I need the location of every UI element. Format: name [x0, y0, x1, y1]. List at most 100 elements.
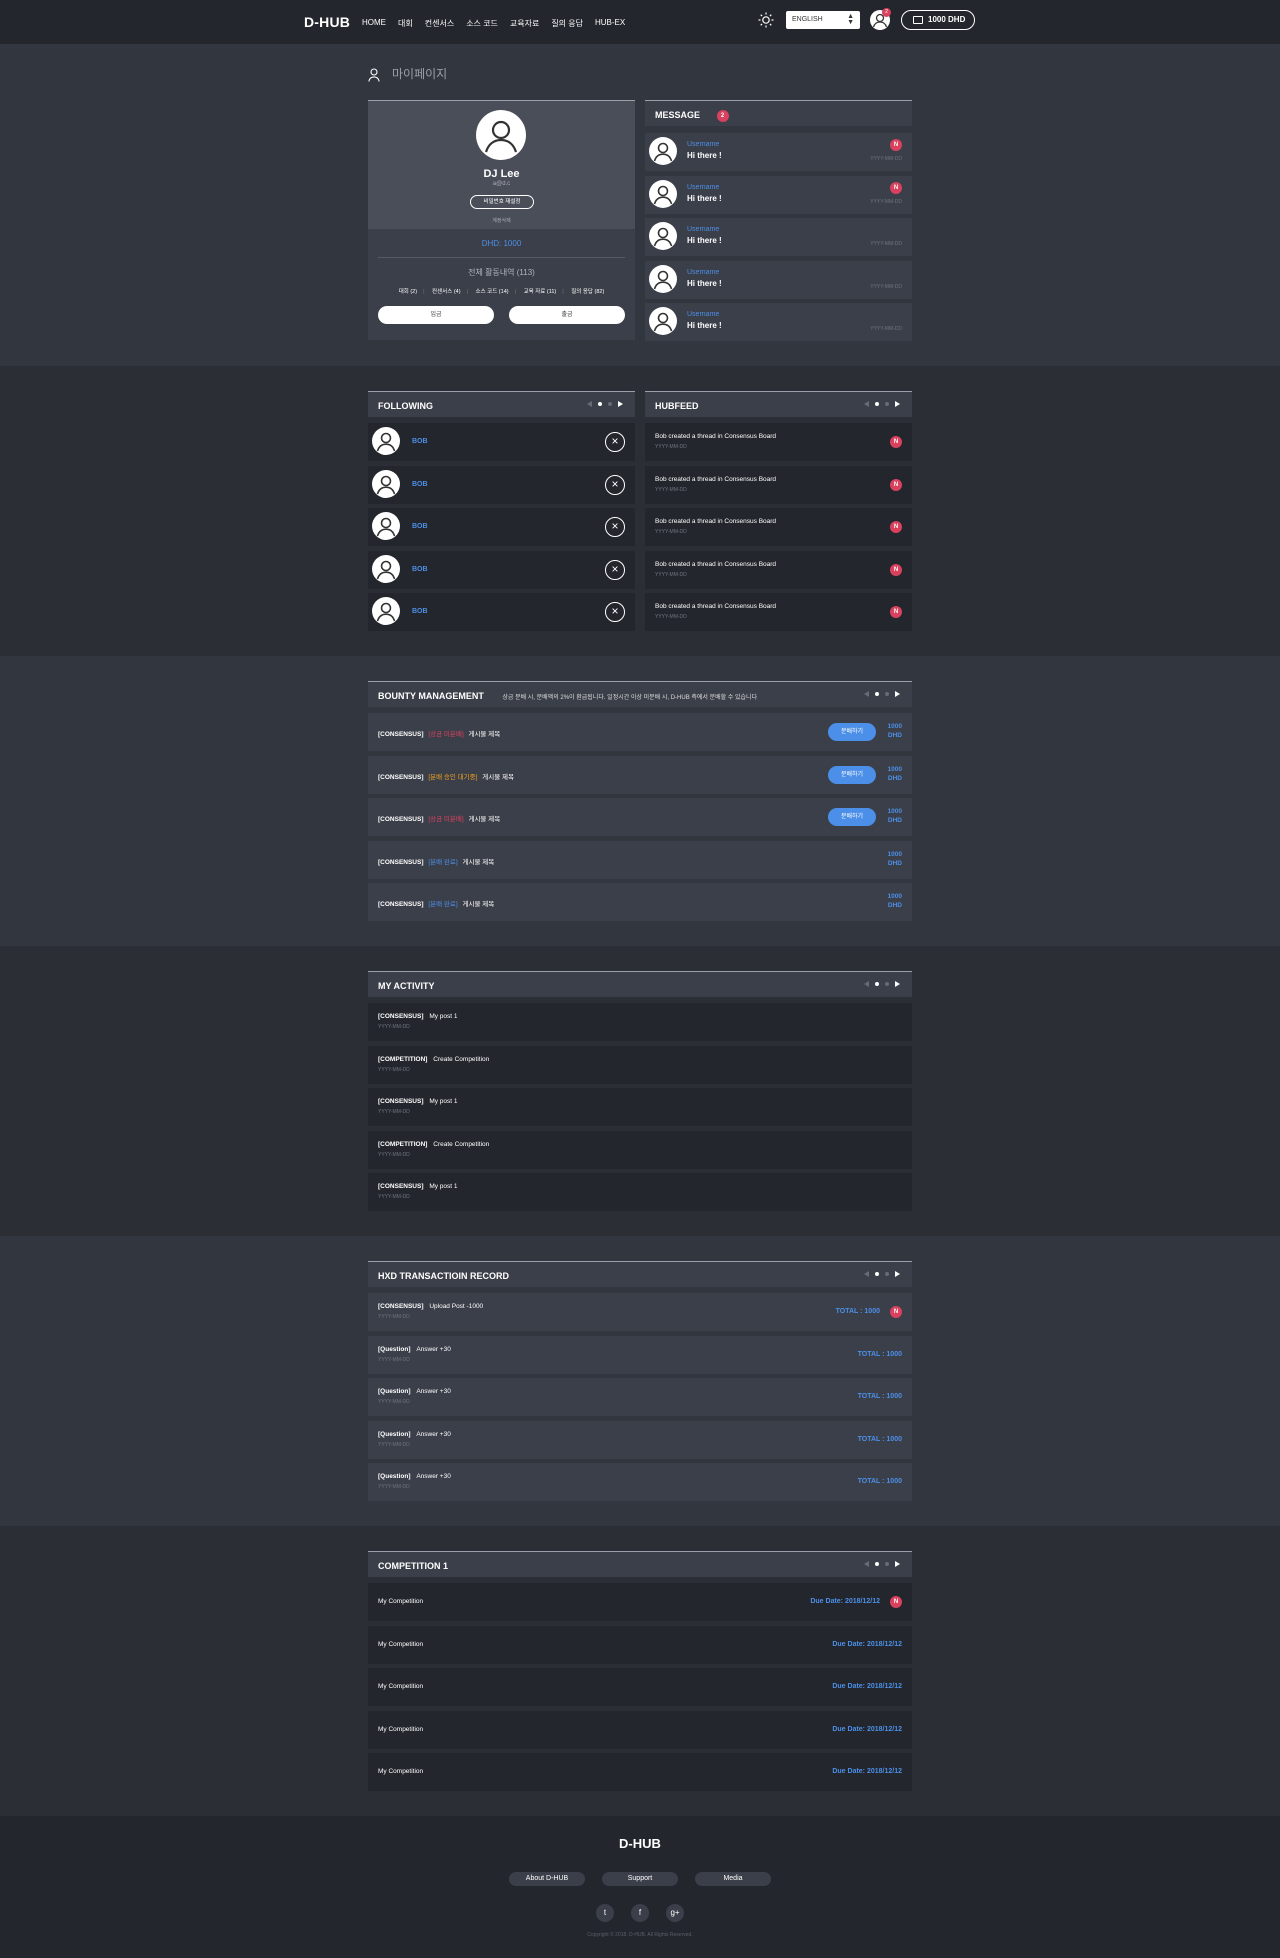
following-item[interactable]: BOB ×: [368, 593, 635, 631]
competition-item[interactable]: My Competition Due Date: 2018/12/12: [368, 1753, 912, 1791]
next-icon[interactable]: [895, 401, 900, 407]
unfollow-close-icon[interactable]: ×: [605, 432, 625, 452]
message-item[interactable]: Username Hi there ! YYYY-MM-DD: [645, 260, 912, 299]
competition-item[interactable]: My Competition Due Date: 2018/12/12 N: [368, 1583, 912, 1621]
page-dot[interactable]: [875, 402, 879, 406]
activity-date: YYYY-MM-DD: [378, 1066, 410, 1073]
message-item[interactable]: Username Hi there ! YYYY-MM-DD: [645, 218, 912, 256]
bounty-item[interactable]: [CONSENSUS] [분배 완료] 게시물 제목 1000 DHD: [368, 883, 912, 921]
facebook-icon[interactable]: f: [631, 1904, 649, 1922]
next-icon[interactable]: [895, 981, 900, 987]
transaction-item[interactable]: [Question] Answer +30 YYYY-MM-DD TOTAL :…: [368, 1335, 912, 1374]
transaction-item[interactable]: [CONSENSUS] Upload Post -1000 YYYY-MM-DD…: [368, 1293, 912, 1331]
following-item[interactable]: BOB ×: [368, 550, 635, 589]
twitter-icon[interactable]: t: [596, 1904, 614, 1922]
next-icon[interactable]: [618, 401, 623, 407]
feed-item[interactable]: Bob created a thread in Consensus Board …: [645, 423, 912, 461]
prev-icon[interactable]: [864, 1561, 869, 1567]
language-select[interactable]: ENGLISH ▲ ▼: [786, 11, 860, 29]
distribute-button[interactable]: 분배하기: [828, 723, 876, 741]
category-consensus[interactable]: 컨센서스 (4): [432, 289, 461, 295]
user-icon: [368, 68, 380, 82]
page-dot[interactable]: [875, 982, 879, 986]
nav-competition[interactable]: 대회: [398, 18, 413, 29]
next-icon[interactable]: [895, 1271, 900, 1277]
page-dot[interactable]: [885, 692, 889, 696]
category-qna[interactable]: 질의 응답 (82): [571, 289, 604, 295]
prev-icon[interactable]: [864, 1271, 869, 1277]
prev-icon[interactable]: [864, 981, 869, 987]
category-education[interactable]: 교육 자료 (11): [524, 289, 557, 295]
feed-item[interactable]: Bob created a thread in Consensus Board …: [645, 550, 912, 589]
logo[interactable]: D-HUB: [304, 14, 350, 30]
category-source-code[interactable]: 소스 코드 (14): [476, 289, 509, 295]
page-dot[interactable]: [608, 402, 612, 406]
feed-item[interactable]: Bob created a thread in Consensus Board …: [645, 465, 912, 504]
following-item[interactable]: BOB ×: [368, 423, 635, 461]
category-competition[interactable]: 대회 (2): [399, 289, 417, 295]
message-item[interactable]: Username Hi there ! N YYYY-MM-DD: [645, 133, 912, 171]
wallet-button[interactable]: 1000 DHD: [901, 10, 975, 30]
reset-password-button[interactable]: 비밀번호 재설정: [470, 195, 534, 209]
nav-hub-ex[interactable]: HUB-EX: [595, 18, 625, 29]
activity-item[interactable]: [CONSENSUS] My post 1 YYYY-MM-DD: [368, 1173, 912, 1211]
unfollow-close-icon[interactable]: ×: [605, 517, 625, 537]
message-text: Hi there !: [687, 193, 722, 203]
about-link[interactable]: About D-HUB: [509, 1872, 585, 1886]
unfollow-close-icon[interactable]: ×: [605, 602, 625, 622]
deposit-button[interactable]: 입금: [378, 306, 494, 324]
following-item[interactable]: BOB ×: [368, 508, 635, 546]
distribute-button[interactable]: 분배하기: [828, 765, 876, 784]
transaction-item[interactable]: [Question] Answer +30 YYYY-MM-DD TOTAL :…: [368, 1463, 912, 1501]
prev-icon[interactable]: [864, 401, 869, 407]
page-dot[interactable]: [598, 402, 602, 406]
transaction-header: HXD TRANSACTIOIN RECORD: [368, 1261, 912, 1287]
next-icon[interactable]: [895, 1561, 900, 1567]
page-dot[interactable]: [875, 1272, 879, 1276]
activity-item[interactable]: [COMPETITION] Create Competition YYYY-MM…: [368, 1130, 912, 1169]
unfollow-close-icon[interactable]: ×: [605, 559, 625, 580]
bounty-item[interactable]: [CONSENSUS] [상금 미분배] 게시물 제목 분배하기 1000 DHD: [368, 798, 912, 836]
bounty-item[interactable]: [CONSENSUS] [분배 승인 대기중] 게시물 제목 분배하기 1000…: [368, 755, 912, 794]
transaction-item[interactable]: [Question] Answer +30 YYYY-MM-DD TOTAL :…: [368, 1420, 912, 1459]
distribute-button[interactable]: 분배하기: [828, 808, 876, 826]
follower-avatar: [372, 469, 400, 498]
google-plus-icon[interactable]: g+: [666, 1904, 684, 1922]
prev-icon[interactable]: [864, 691, 869, 697]
nav-home[interactable]: HOME: [362, 18, 386, 29]
theme-toggle-icon[interactable]: [758, 12, 774, 28]
media-link[interactable]: Media: [695, 1872, 771, 1886]
activity-item[interactable]: [CONSENSUS] My post 1 YYYY-MM-DD: [368, 1088, 912, 1126]
message-item[interactable]: Username Hi there ! N YYYY-MM-DD: [645, 175, 912, 214]
footer-logo[interactable]: D-HUB: [0, 1836, 1280, 1851]
feed-item[interactable]: Bob created a thread in Consensus Board …: [645, 593, 912, 631]
page-dot[interactable]: [885, 1272, 889, 1276]
prev-icon[interactable]: [587, 401, 592, 407]
page-dot[interactable]: [885, 982, 889, 986]
page-dot[interactable]: [885, 1562, 889, 1566]
competition-item[interactable]: My Competition Due Date: 2018/12/12: [368, 1710, 912, 1749]
bounty-item[interactable]: [CONSENSUS] [상금 미분배] 게시물 제목 분배하기 1000 DHD: [368, 713, 912, 751]
page-dot[interactable]: [885, 402, 889, 406]
nav-consensus[interactable]: 컨센서스: [425, 18, 454, 29]
next-icon[interactable]: [895, 691, 900, 697]
competition-item[interactable]: My Competition Due Date: 2018/12/12: [368, 1625, 912, 1664]
unfollow-close-icon[interactable]: ×: [605, 474, 625, 495]
activity-item[interactable]: [CONSENSUS] My post 1 YYYY-MM-DD: [368, 1003, 912, 1041]
nav-source-code[interactable]: 소스 코드: [466, 18, 498, 29]
delete-account-link[interactable]: 계정삭제: [368, 217, 635, 224]
transaction-item[interactable]: [Question] Answer +30 YYYY-MM-DD TOTAL :…: [368, 1378, 912, 1416]
page-dot[interactable]: [875, 692, 879, 696]
following-item[interactable]: BOB ×: [368, 465, 635, 504]
support-link[interactable]: Support: [602, 1872, 678, 1886]
message-item[interactable]: Username Hi there ! YYYY-MM-DD: [645, 303, 912, 341]
competition-item[interactable]: My Competition Due Date: 2018/12/12: [368, 1668, 912, 1706]
withdraw-button[interactable]: 출금: [509, 306, 625, 324]
nav-qna[interactable]: 질의 응답: [551, 18, 583, 29]
bounty-item[interactable]: [CONSENSUS] [분배 완료] 게시물 제목 1000 DHD: [368, 840, 912, 879]
nav-education[interactable]: 교육자료: [510, 18, 539, 29]
activity-item[interactable]: [COMPETITION] Create Competition YYYY-MM…: [368, 1045, 912, 1084]
competition-due-date: Due Date: 2018/12/12: [832, 1768, 902, 1775]
feed-item[interactable]: Bob created a thread in Consensus Board …: [645, 508, 912, 546]
page-dot[interactable]: [875, 1562, 879, 1566]
